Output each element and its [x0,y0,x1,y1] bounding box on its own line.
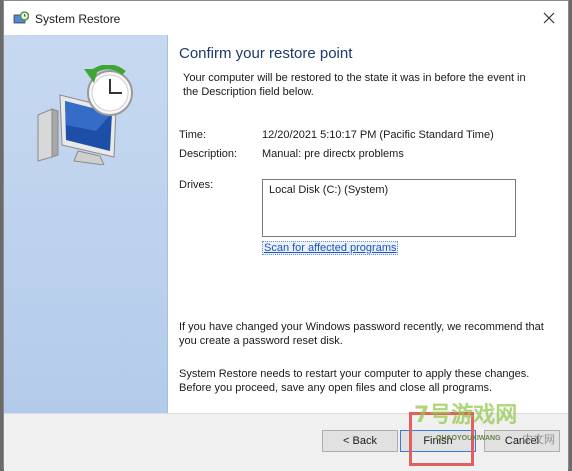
finish-button[interactable]: Finish [400,430,476,452]
restore-monitor-clock-icon [37,65,133,165]
button-bar: < Back Finish Cancel [4,413,568,471]
close-icon [543,12,555,24]
window-title: System Restore [35,12,121,26]
left-illustration-panel [4,35,168,413]
description-value: Manual: pre directx problems [262,148,404,160]
restart-note: System Restore needs to restart your com… [179,368,530,394]
intro-text: Your computer will be restored to the st… [183,72,526,98]
page-title: Confirm your restore point [179,45,353,62]
time-label: Time: [179,129,207,141]
back-button[interactable]: < Back [322,430,398,452]
list-item[interactable]: Local Disk (C:) (System) [269,184,388,196]
password-note: If you have changed your Windows passwor… [179,321,544,347]
title-bar: System Restore [4,1,568,35]
time-value: 12/20/2021 5:10:17 PM (Pacific Standard … [262,129,494,141]
close-button[interactable] [534,5,564,31]
scan-affected-programs-link[interactable]: Scan for affected programs [262,241,399,255]
confirm-content: Confirm your restore point Your computer… [168,35,568,413]
system-restore-window: System Restore Confirm your restore poin… [3,0,569,471]
cancel-button[interactable]: Cancel [484,430,560,452]
system-restore-icon [13,11,30,27]
drives-list[interactable]: Local Disk (C:) (System) [262,179,516,237]
drives-label: Drives: [179,179,214,191]
description-label: Description: [179,148,238,160]
